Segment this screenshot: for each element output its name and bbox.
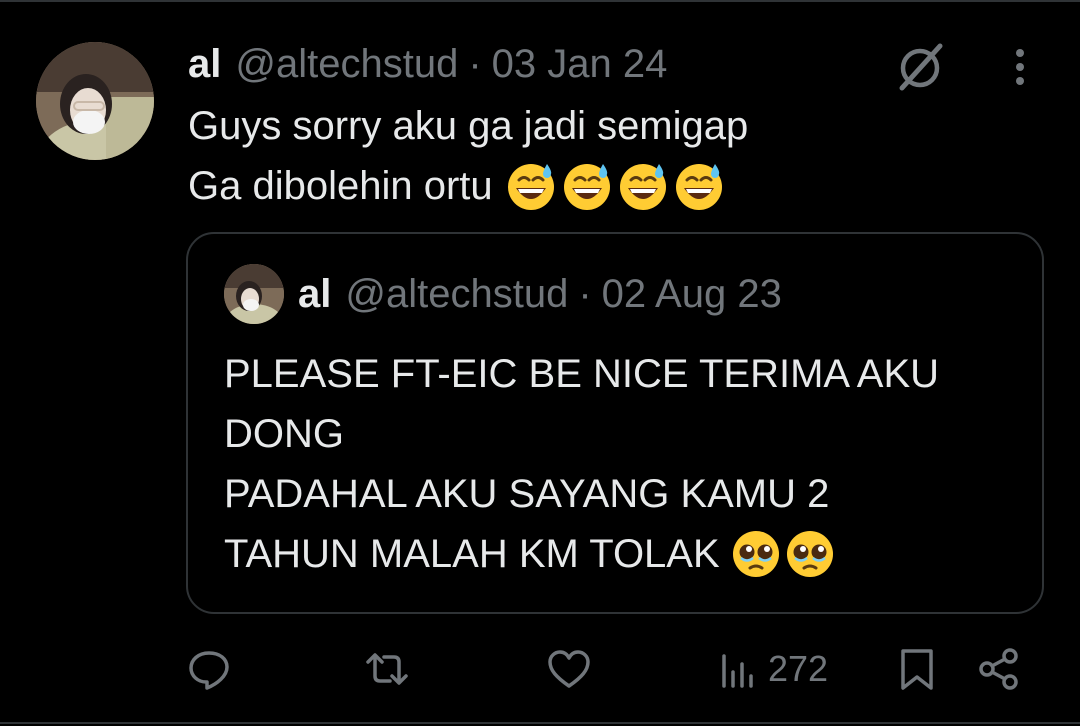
more-icon[interactable] <box>1000 42 1040 92</box>
top-divider <box>0 0 1080 2</box>
views-button[interactable]: 272 <box>716 646 828 692</box>
tweet-text: Guys sorry aku ga jadi semigap Ga dibole… <box>188 96 748 216</box>
bookmark-icon <box>901 649 933 690</box>
quote-text-line: PLEASE FT-EIC BE NICE TERIMA AKU <box>224 352 940 396</box>
quote-header: al @altechstud · 02 Aug 23 <box>298 270 782 318</box>
quote-avatar <box>224 264 284 324</box>
quote-text-line: DONG <box>224 412 344 456</box>
author-handle[interactable]: @altechstud <box>235 42 458 87</box>
like-icon <box>548 650 590 688</box>
pleading-face-icon <box>730 528 782 580</box>
tweet-header: al @altechstud · 03 Jan 24 <box>188 40 667 88</box>
share-icon <box>979 648 1018 690</box>
grinning-face-with-sweat-icon <box>505 160 557 212</box>
grok-icon[interactable] <box>892 38 948 94</box>
share-button[interactable] <box>976 646 1022 692</box>
quoted-tweet[interactable]: al @altechstud · 02 Aug 23 PLEASE FT-EIC… <box>186 232 1044 614</box>
grinning-face-with-sweat-icon <box>617 160 669 212</box>
pleading-face-icon <box>784 528 836 580</box>
reply-icon <box>189 651 229 690</box>
emoji-group <box>505 160 725 212</box>
views-count: 272 <box>768 648 829 689</box>
quote-text: PLEASE FT-EIC BE NICE TERIMA AKU DONG PA… <box>224 344 1024 584</box>
like-button[interactable] <box>546 646 592 692</box>
quote-text-line: TAHUN MALAH KM TOLAK <box>224 532 720 576</box>
retweet-icon <box>366 653 408 685</box>
tweet-date[interactable]: 03 Jan 24 <box>492 42 668 87</box>
author-name[interactable]: al <box>188 42 221 87</box>
tweet-text-line-1: Guys sorry aku ga jadi semigap <box>188 104 749 148</box>
avatar[interactable] <box>36 42 154 160</box>
bottom-divider <box>0 722 1080 724</box>
emoji-group <box>730 528 836 580</box>
quote-separator: · <box>578 271 592 316</box>
separator: · <box>468 41 482 86</box>
views-icon <box>722 654 753 688</box>
bookmark-button[interactable] <box>894 646 940 692</box>
tweet-text-line-2: Ga dibolehin ortu <box>188 164 493 208</box>
quote-date: 02 Aug 23 <box>601 271 782 316</box>
reply-button[interactable] <box>186 646 232 692</box>
grinning-face-with-sweat-icon <box>673 160 725 212</box>
quote-author-name: al <box>298 271 332 316</box>
quote-text-line: PADAHAL AKU SAYANG KAMU 2 <box>224 472 830 516</box>
retweet-button[interactable] <box>364 646 410 692</box>
action-bar: 272 <box>0 636 1080 702</box>
grinning-face-with-sweat-icon <box>561 160 613 212</box>
quote-author-handle: @altechstud <box>345 271 569 316</box>
